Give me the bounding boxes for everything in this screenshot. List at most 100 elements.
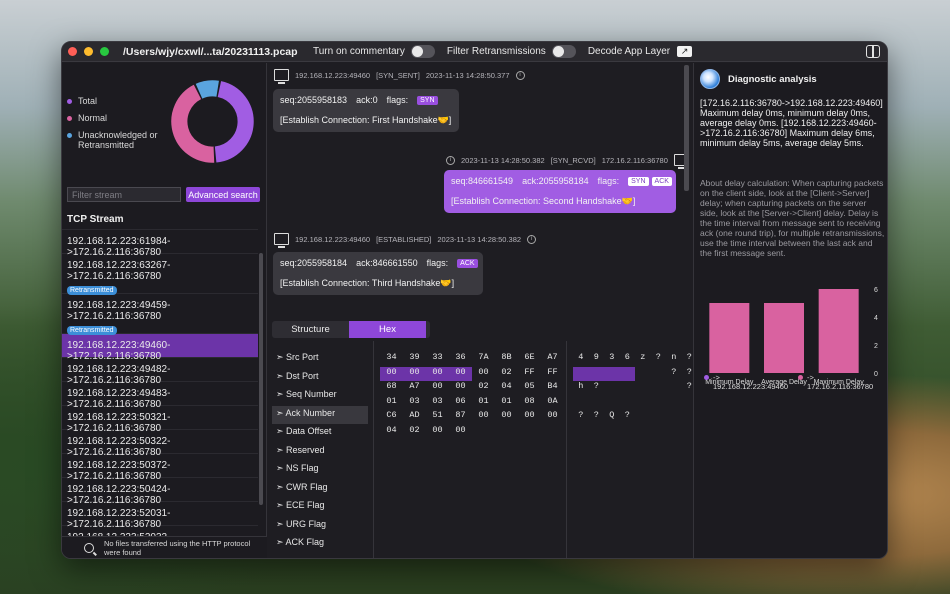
hex-byte[interactable]: 05 <box>518 381 541 396</box>
ascii-char[interactable] <box>666 410 682 425</box>
ascii-char[interactable] <box>666 396 682 411</box>
hex-byte[interactable]: 00 <box>426 425 449 440</box>
ascii-char[interactable] <box>651 381 667 396</box>
hex-byte[interactable]: 01 <box>380 396 403 411</box>
ascii-char[interactable]: ? <box>573 410 589 425</box>
filter-retrans-toggle[interactable] <box>551 45 576 58</box>
ascii-char[interactable] <box>635 425 651 440</box>
ascii-char[interactable] <box>589 396 605 411</box>
tcp-field-item[interactable]: ➣ Src Port <box>272 350 368 369</box>
tcp-field-item[interactable]: ➣ URG Flag <box>272 517 368 536</box>
hex-byte[interactable]: 08 <box>518 396 541 411</box>
hex-byte[interactable]: 87 <box>449 410 472 425</box>
hex-byte[interactable]: 68 <box>380 381 403 396</box>
close-window-button[interactable] <box>68 47 77 56</box>
hex-byte[interactable]: 03 <box>426 396 449 411</box>
ascii-char[interactable] <box>619 366 635 381</box>
tcp-field-item[interactable]: ➣ Data Offset <box>272 424 368 443</box>
ascii-char[interactable] <box>604 396 620 411</box>
hex-byte[interactable] <box>518 425 541 440</box>
filter-stream-input[interactable] <box>67 187 181 202</box>
ascii-char[interactable] <box>589 425 605 440</box>
hex-byte[interactable]: 00 <box>403 366 426 381</box>
ascii-char[interactable] <box>651 425 667 440</box>
hex-byte[interactable]: 00 <box>449 425 472 440</box>
tcp-field-item[interactable]: ➣ CWR Flag <box>272 480 368 499</box>
hex-byte[interactable]: 00 <box>380 366 403 381</box>
sidebar-toggle-icon[interactable] <box>866 45 880 58</box>
ascii-char[interactable]: h <box>573 381 589 396</box>
hex-byte[interactable] <box>495 425 518 440</box>
tcp-field-item[interactable]: ➣ Reserved <box>272 443 368 462</box>
hex-byte[interactable]: 04 <box>380 425 403 440</box>
hex-byte[interactable]: C6 <box>380 410 403 425</box>
info-icon[interactable]: i <box>515 70 525 80</box>
hex-byte[interactable]: 00 <box>426 366 449 381</box>
ascii-char[interactable] <box>573 396 589 411</box>
hex-byte[interactable]: 02 <box>495 367 518 382</box>
ascii-char[interactable] <box>635 367 651 382</box>
info-icon[interactable]: i <box>527 234 537 244</box>
ascii-char[interactable]: z <box>635 352 651 367</box>
hex-byte[interactable]: 8B <box>495 352 518 367</box>
hex-byte[interactable]: 00 <box>541 410 564 425</box>
hex-byte[interactable]: B4 <box>541 381 564 396</box>
hex-byte[interactable]: 33 <box>426 352 449 367</box>
ascii-char[interactable] <box>635 396 651 411</box>
stream-list-scrollbar[interactable] <box>259 253 263 505</box>
ascii-char[interactable]: ? <box>620 410 636 425</box>
messages-scrollbar[interactable] <box>684 65 689 191</box>
hex-byte[interactable]: 02 <box>472 381 495 396</box>
tab-hex[interactable]: Hex <box>349 321 426 338</box>
tab-structure[interactable]: Structure <box>272 321 349 338</box>
hex-byte[interactable]: 7A <box>472 352 495 367</box>
hex-byte[interactable]: 6E <box>518 352 541 367</box>
hex-byte[interactable]: 00 <box>472 410 495 425</box>
ascii-char[interactable]: 6 <box>620 352 636 367</box>
hex-byte[interactable]: 39 <box>403 352 426 367</box>
hex-byte[interactable]: 00 <box>449 366 472 381</box>
hex-byte[interactable]: A7 <box>403 381 426 396</box>
ascii-char[interactable] <box>666 425 682 440</box>
hex-byte[interactable]: 00 <box>495 410 518 425</box>
ascii-char[interactable] <box>635 381 651 396</box>
hex-byte[interactable] <box>472 425 495 440</box>
hex-byte[interactable]: 00 <box>518 410 541 425</box>
stream-item[interactable]: 192.168.12.223:63267->172.16.2.116:36780… <box>62 253 258 295</box>
ascii-char[interactable] <box>651 396 667 411</box>
info-icon[interactable]: i <box>446 155 455 165</box>
ascii-char[interactable] <box>604 381 620 396</box>
tcp-field-item[interactable]: ➣ Ack Number <box>272 405 368 424</box>
hex-byte[interactable]: FF <box>541 367 564 382</box>
ascii-char[interactable]: n <box>666 352 682 367</box>
hex-byte[interactable]: 51 <box>426 410 449 425</box>
ascii-char[interactable]: 9 <box>589 352 605 367</box>
ascii-char[interactable]: ? <box>589 381 605 396</box>
ascii-char[interactable] <box>620 396 636 411</box>
ascii-char[interactable] <box>604 366 620 381</box>
zoom-window-button[interactable] <box>100 47 109 56</box>
tcp-field-item[interactable]: ➣ ECE Flag <box>272 498 368 517</box>
message-bubble[interactable]: seq:2055958183 ack:0 flags: SYN [Establi… <box>273 89 459 132</box>
message-bubble[interactable]: seq:846661549 ack:2055958184 flags: SYN … <box>444 170 676 213</box>
hex-byte[interactable]: 34 <box>380 352 403 367</box>
hex-byte[interactable]: 01 <box>495 396 518 411</box>
hex-byte[interactable] <box>541 425 564 440</box>
ascii-char[interactable] <box>620 381 636 396</box>
ascii-char[interactable]: ? <box>651 352 667 367</box>
message-bubble[interactable]: seq:2055958184 ack:846661550 flags: ACK … <box>273 252 483 295</box>
stream-item[interactable]: 192.168.12.223:49459->172.16.2.116:36780… <box>62 293 258 335</box>
ascii-char[interactable] <box>651 367 667 382</box>
hex-byte[interactable]: 0A <box>541 396 564 411</box>
hex-byte[interactable]: 36 <box>449 352 472 367</box>
tcp-field-item[interactable]: ➣ NS Flag <box>272 461 368 480</box>
hex-byte[interactable]: 01 <box>472 396 495 411</box>
ascii-char[interactable]: Q <box>604 410 620 425</box>
commentary-toggle[interactable] <box>410 45 435 58</box>
hex-byte[interactable]: 04 <box>495 381 518 396</box>
hex-byte[interactable]: 00 <box>472 367 495 382</box>
ascii-char[interactable]: 3 <box>604 352 620 367</box>
hex-byte[interactable]: 06 <box>449 396 472 411</box>
ascii-char[interactable] <box>666 381 682 396</box>
open-external-icon[interactable]: ↗ <box>677 46 693 57</box>
